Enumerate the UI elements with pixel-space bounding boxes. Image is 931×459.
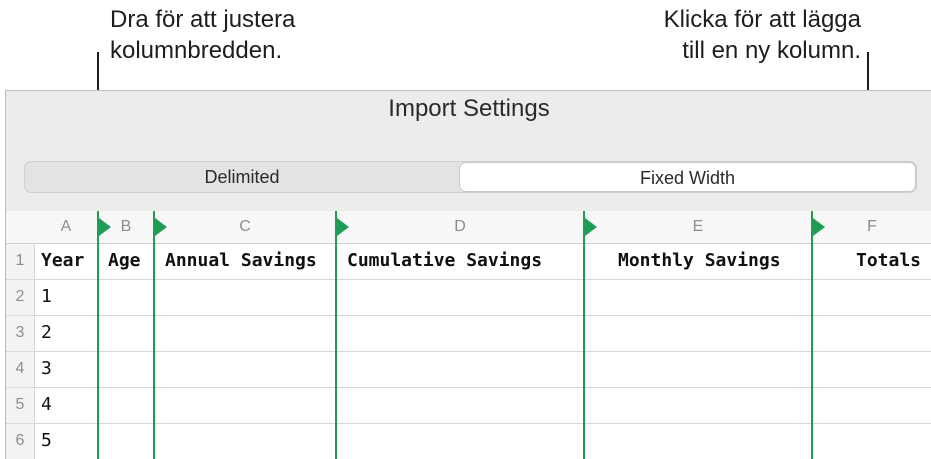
segment-delimited[interactable]: Delimited bbox=[25, 162, 459, 192]
callout-add-column: Klicka för att lägga till en ny kolumn. bbox=[664, 4, 861, 66]
callout-right-line-2: till en ny kolumn. bbox=[682, 37, 861, 64]
column-letter-c: C bbox=[239, 218, 251, 235]
row-number-3: 3 bbox=[15, 324, 25, 341]
grid-line bbox=[6, 315, 931, 316]
import-settings-window: Import Settings Delimited Fixed Width A … bbox=[5, 90, 931, 459]
row-number-2: 2 bbox=[15, 288, 25, 305]
grid-line bbox=[6, 387, 931, 388]
column-letter-d: D bbox=[454, 218, 466, 235]
callout-left-line-1: Dra för att justera bbox=[110, 6, 296, 33]
grid-line bbox=[6, 279, 931, 280]
column-letter-f: F bbox=[867, 218, 877, 235]
cell-year-row-3[interactable]: 2 bbox=[41, 315, 52, 351]
row-number-1: 1 bbox=[15, 252, 25, 269]
row-number-4: 4 bbox=[15, 360, 25, 377]
cell-year-row-6[interactable]: 5 bbox=[41, 423, 52, 459]
cell-header-age[interactable]: Age bbox=[108, 243, 141, 279]
column-divider-handle-f[interactable] bbox=[813, 218, 825, 236]
column-divider-handle-d[interactable] bbox=[337, 218, 349, 236]
segment-fixed-width[interactable]: Fixed Width bbox=[459, 162, 916, 192]
column-letter-a: A bbox=[60, 218, 72, 235]
cell-header-year[interactable]: Year bbox=[41, 243, 84, 279]
window-title: Import Settings bbox=[388, 95, 550, 122]
column-divider-c[interactable] bbox=[153, 211, 155, 459]
format-segmented-control: Delimited Fixed Width bbox=[24, 161, 917, 193]
column-divider-handle-b[interactable] bbox=[99, 218, 111, 236]
column-divider-handle-c[interactable] bbox=[155, 218, 167, 236]
grid-line bbox=[6, 423, 931, 424]
cell-header-monthly-savings[interactable]: Monthly Savings bbox=[618, 243, 781, 279]
column-divider-handle-e[interactable] bbox=[585, 218, 597, 236]
callout-right-line-1: Klicka för att lägga bbox=[663, 6, 861, 33]
column-divider-f[interactable] bbox=[811, 211, 813, 459]
cell-header-totals[interactable]: Totals bbox=[856, 243, 921, 279]
column-letter-e: E bbox=[692, 218, 704, 235]
callout-drag-column-width: Dra för att justera kolumnbredden. bbox=[110, 4, 295, 66]
column-divider-e[interactable] bbox=[583, 211, 585, 459]
cell-header-cumulative-savings[interactable]: Cumulative Savings bbox=[347, 243, 542, 279]
preview-table: A B C D E F 1 2 3 4 5 6 Year Age Annual … bbox=[6, 211, 931, 459]
column-divider-b[interactable] bbox=[97, 211, 99, 459]
callout-left-line-2: kolumnbredden. bbox=[110, 37, 283, 64]
column-divider-d[interactable] bbox=[335, 211, 337, 459]
cell-year-row-2[interactable]: 1 bbox=[41, 279, 52, 315]
cell-header-annual-savings[interactable]: Annual Savings bbox=[165, 243, 317, 279]
grid-line bbox=[6, 351, 931, 352]
row-number-5: 5 bbox=[15, 396, 25, 413]
cell-year-row-4[interactable]: 3 bbox=[41, 351, 52, 387]
cell-year-row-5[interactable]: 4 bbox=[41, 387, 52, 423]
row-number-6: 6 bbox=[15, 432, 25, 449]
